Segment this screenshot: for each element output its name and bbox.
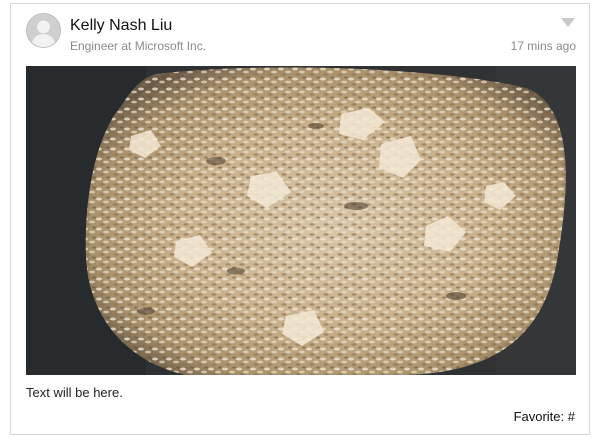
- user-silhouette-icon: [27, 14, 60, 47]
- favorite-label: Favorite:: [513, 409, 565, 424]
- author-title: Engineer at Microsoft Inc.: [70, 39, 207, 53]
- fried-rice-photo: [26, 66, 576, 375]
- avatar[interactable]: [26, 13, 61, 48]
- post-menu-button[interactable]: [561, 18, 575, 28]
- post-photo[interactable]: [26, 66, 576, 375]
- favorite-count[interactable]: #: [568, 409, 575, 424]
- post-card: Kelly Nash Liu Engineer at Microsoft Inc…: [10, 3, 590, 435]
- favorite-row: Favorite: #: [514, 409, 575, 424]
- post-text: Text will be here.: [26, 385, 123, 400]
- author-name[interactable]: Kelly Nash Liu: [70, 17, 172, 35]
- post-timestamp: 17 mins ago: [510, 39, 576, 53]
- caret-down-icon: [561, 18, 575, 27]
